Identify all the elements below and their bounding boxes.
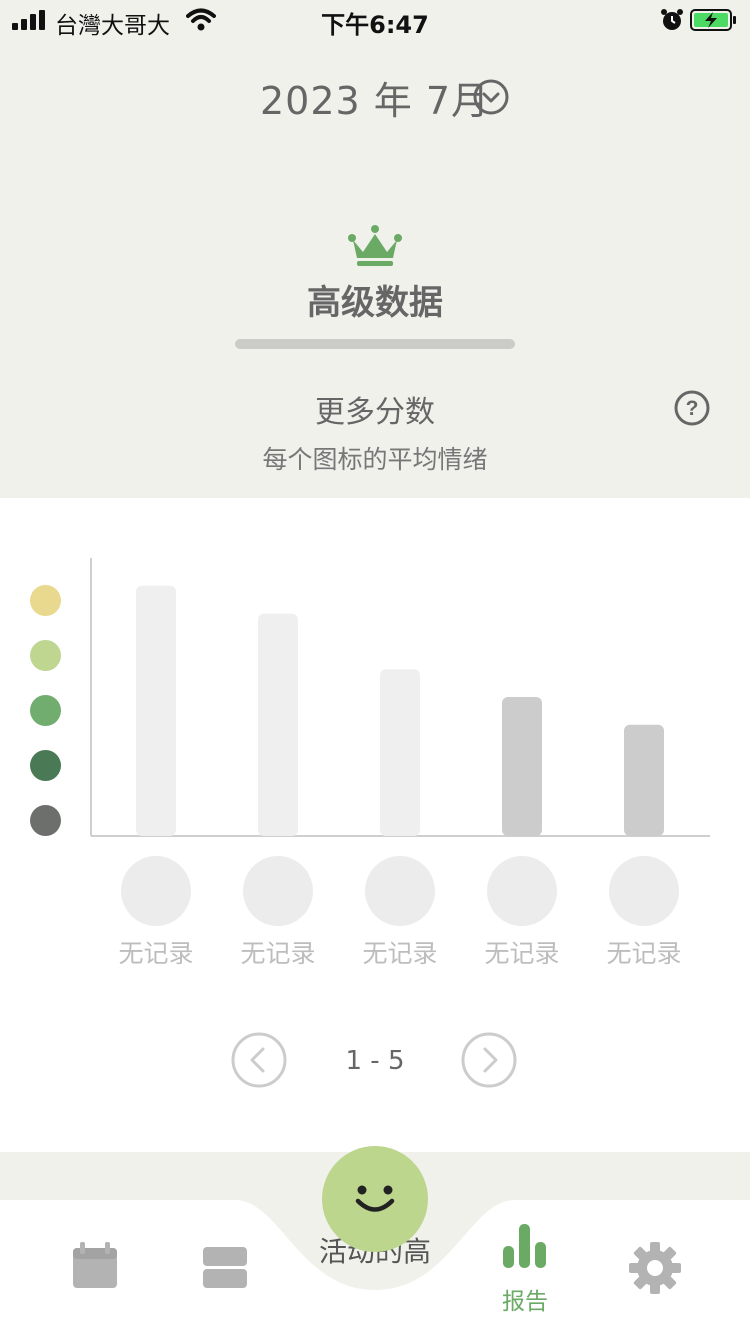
status-bar: 台灣大哥大 下午6:47 (0, 0, 750, 42)
premium-divider (235, 339, 515, 349)
activity-label: 无记录 (118, 939, 194, 968)
activity-slot-1: 无记录 (106, 856, 206, 970)
section-subtitle: 每个图标的平均情绪 (262, 445, 488, 474)
battery-charging-icon (690, 9, 736, 31)
activity-label: 无记录 (606, 939, 682, 968)
chevron-right-circle-icon[interactable] (460, 1031, 518, 1089)
gear-icon[interactable] (600, 1150, 710, 1334)
alarm-icon (661, 9, 683, 30)
chart-bar-4 (502, 697, 542, 836)
activity-label: 无记录 (362, 939, 438, 968)
activity-placeholder-icon (243, 856, 313, 926)
activity-label: 无记录 (484, 939, 560, 968)
activity-placeholder-icon (609, 856, 679, 926)
smiley-face-icon[interactable] (322, 1146, 428, 1252)
entries-list-icon[interactable] (170, 1150, 280, 1334)
chart-bar-1 (136, 585, 176, 836)
chart-bar-5 (624, 724, 664, 836)
mood-chart-card: 无记录 无记录 无记录 无记录 无记录 1 - 5 (0, 498, 750, 1152)
svg-text:?: ? (686, 397, 699, 420)
tab-report-label[interactable]: 报告 (470, 1282, 580, 1316)
activity-slot-3: 无记录 (350, 856, 450, 970)
add-mood-button[interactable] (322, 1146, 428, 1252)
activity-placeholder-icon (365, 856, 435, 926)
activity-slot-4: 无记录 (472, 856, 572, 970)
tab-calendar[interactable] (40, 1150, 150, 1334)
chart-bar-2 (258, 613, 298, 836)
premium-title: 高级数据 (307, 283, 443, 323)
activity-slot-2: 无记录 (228, 856, 328, 970)
section-title: 更多分数 (315, 395, 435, 430)
activity-placeholder-icon (487, 856, 557, 926)
tab-entries[interactable] (170, 1150, 280, 1334)
tab-report[interactable]: 报告 (470, 1150, 580, 1334)
calendar-icon[interactable] (40, 1150, 150, 1334)
chart-bar-3 (380, 669, 420, 836)
question-circle-icon[interactable]: ? (672, 388, 712, 428)
month-label[interactable]: 2023 年 7月 (260, 79, 490, 123)
chevron-left-circle-icon[interactable] (230, 1031, 288, 1089)
pager-range: 1 - 5 (345, 1046, 405, 1076)
crown-icon (348, 225, 402, 266)
activity-label: 无记录 (240, 939, 316, 968)
tab-settings[interactable] (600, 1150, 710, 1334)
status-time: 下午6:47 (321, 11, 429, 39)
chevron-down-circle-icon[interactable] (472, 78, 510, 116)
activity-slot-5: 无记录 (594, 856, 694, 970)
month-header[interactable]: 2023 年 7月 (0, 70, 750, 130)
activity-placeholder-icon (121, 856, 191, 926)
